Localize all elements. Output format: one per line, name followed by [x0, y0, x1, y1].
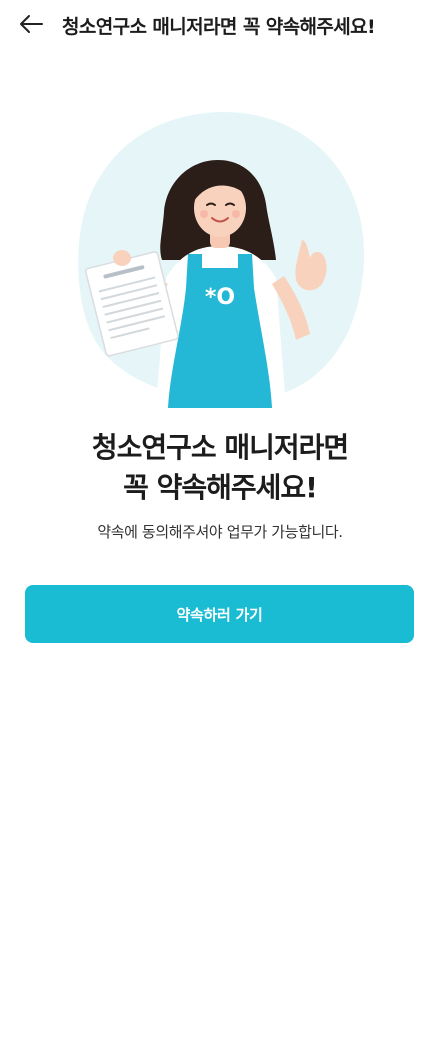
arrow-left-icon [20, 15, 43, 33]
hero-title-line-1: 청소연구소 매니저라면 [91, 431, 349, 464]
hero-subtitle: 약속에 동의해주셔야 업무가 가능합니다. [97, 523, 343, 541]
go-to-promise-button[interactable]: 약속하러 가기 [25, 585, 414, 643]
hero-title-line-2: 꼭 약속해주세요! [123, 471, 318, 504]
app-header: 청소연구소 매니저라면 꼭 약속해주세요! [0, 0, 440, 48]
page-title: 청소연구소 매니저라면 꼭 약속해주세요! [62, 16, 376, 38]
svg-text:*O: *O [205, 285, 235, 310]
hero-title: 청소연구소 매니저라면 꼭 약속해주세요! [0, 428, 440, 508]
manager-illustration: *O [78, 111, 365, 408]
back-button[interactable] [16, 10, 46, 38]
